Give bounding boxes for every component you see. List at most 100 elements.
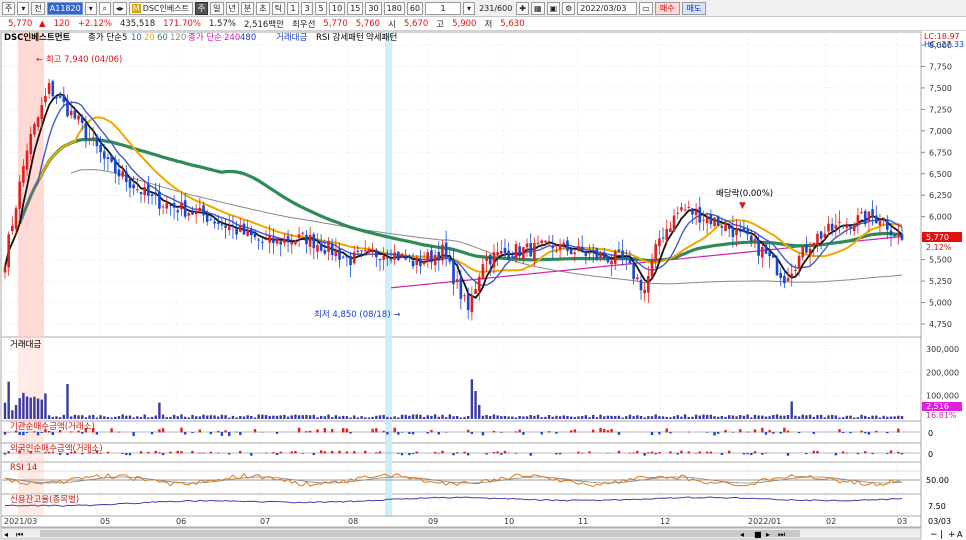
foreign-net-bar	[312, 453, 316, 456]
interval-button-60[interactable]: 60	[406, 1, 424, 15]
candle-body	[595, 248, 599, 259]
candle-body	[654, 244, 657, 261]
inst-net-bar	[386, 432, 389, 435]
candle-body	[698, 207, 702, 223]
volume-bar	[246, 415, 249, 419]
market-button[interactable]: 전	[31, 1, 45, 15]
volume-bar	[882, 415, 885, 419]
volume-bar	[698, 415, 702, 419]
candle-body	[573, 252, 577, 255]
zoom-out-icon[interactable]: −	[930, 530, 938, 540]
scroll-left-icon[interactable]: ◂	[4, 530, 8, 539]
interval-button-1[interactable]: 1	[287, 1, 300, 15]
volume-bar	[353, 415, 356, 419]
volume-bar	[492, 414, 496, 419]
volume-ratio: 171.70%	[163, 18, 201, 29]
period-button-year[interactable]: 년	[225, 1, 239, 15]
foreign-net-bar	[353, 451, 356, 454]
count-dropdown-icon[interactable]: ▾	[463, 1, 476, 15]
inst-net-bar	[500, 432, 503, 433]
scroll-next-icon[interactable]: ▸	[766, 530, 770, 539]
volume-bar	[591, 414, 595, 419]
zoom-in-icon[interactable]: |	[940, 530, 943, 540]
scroll-last-icon[interactable]: ⏭	[778, 530, 785, 539]
period-button-day[interactable]: 일	[210, 1, 224, 15]
scroll-prev-icon[interactable]: ◂	[740, 530, 744, 539]
volume-bar	[875, 415, 878, 419]
candle-body	[463, 295, 466, 297]
volume-bar	[330, 417, 334, 419]
candle-body	[849, 226, 852, 228]
inst-net-bar	[897, 428, 900, 433]
search-icon[interactable]: ⌕	[98, 1, 111, 15]
inst-net-bar	[22, 432, 25, 436]
code-dropdown-icon[interactable]: ▾	[84, 1, 97, 15]
sell-button[interactable]: 매도	[681, 1, 707, 15]
period-button-tick[interactable]: 틱	[271, 1, 286, 15]
candle-body	[150, 194, 154, 196]
count-input[interactable]: 1	[425, 1, 462, 15]
m-badge: M	[131, 3, 141, 13]
volume-bar	[878, 417, 882, 419]
candle-body	[242, 223, 246, 235]
inst-net-bar	[569, 430, 573, 433]
legend-ma2-label: 종가 단순	[188, 32, 222, 43]
volume-bar	[205, 415, 209, 419]
pin-icon[interactable]: ✚	[516, 1, 529, 15]
foreign-net-bar	[871, 453, 874, 455]
candle-body	[658, 238, 661, 247]
volume-bar	[345, 416, 349, 419]
mode-button[interactable]: 주	[2, 1, 16, 15]
foreign-net-bar	[728, 450, 731, 454]
price-axis-tick-label: 6,250	[929, 191, 952, 200]
volume-bar	[161, 414, 165, 419]
inst-net-bar	[228, 432, 231, 437]
volume-bar	[128, 415, 132, 419]
period-button-sec[interactable]: 초	[256, 1, 270, 15]
current-price: 5,770 ▲	[8, 18, 46, 29]
inst-axis-tick: 0	[928, 429, 933, 438]
date-input[interactable]: 2022/03/03	[577, 1, 638, 15]
candle-body	[772, 254, 775, 258]
stock-name-field[interactable]: M DSC인베스트	[128, 1, 193, 15]
save-icon[interactable]: ▣	[546, 1, 561, 15]
price-chart[interactable]: DSC인베스트먼트 종가 단순 5 10 20 60 120 종가 단순 240…	[0, 31, 966, 540]
grid-icon[interactable]: ▦	[531, 1, 545, 15]
interval-button-15[interactable]: 15	[347, 1, 364, 15]
volume-bar	[426, 415, 429, 419]
interval-button-5[interactable]: 5	[315, 1, 328, 15]
period-button-min[interactable]: 분	[240, 1, 255, 15]
inst-net-bar	[132, 432, 135, 437]
foreign-net-bar	[636, 450, 639, 454]
inst-net-bar	[161, 428, 165, 433]
candle-body	[893, 234, 896, 237]
calendar-icon[interactable]: ▭	[639, 1, 653, 15]
interval-button-3[interactable]: 3	[301, 1, 314, 15]
plus-icon[interactable]: +	[948, 530, 956, 540]
chevron-down-icon[interactable]: ▾	[17, 1, 30, 15]
foreign-net-bar	[158, 452, 161, 454]
candle-body	[882, 219, 885, 221]
scrollbar-thumb[interactable]	[40, 530, 800, 537]
settings-icon[interactable]: ⚙	[562, 1, 576, 15]
volume-bar	[66, 384, 69, 419]
candle-body	[147, 184, 150, 196]
candle-body	[345, 256, 349, 258]
candle-body	[18, 181, 22, 209]
interval-button-10[interactable]: 10	[329, 1, 346, 15]
volume-bar	[286, 416, 290, 419]
volume-bar	[84, 417, 88, 419]
candle-body	[503, 247, 507, 254]
scroll-stop-icon[interactable]: ■	[754, 530, 762, 539]
prev-next-icon[interactable]: ◂▸	[112, 1, 127, 15]
buy-button[interactable]: 매수	[654, 1, 680, 15]
volume-bar	[411, 414, 415, 419]
interval-button-180[interactable]: 180	[383, 1, 405, 15]
period-button-week[interactable]: 주	[194, 1, 209, 15]
font-icon[interactable]: A	[957, 530, 963, 539]
candle-body	[805, 244, 808, 253]
stock-code-input[interactable]: A11820	[46, 1, 83, 15]
candle-body	[889, 230, 893, 236]
scroll-first-icon[interactable]: ⏮	[16, 530, 23, 539]
interval-button-30[interactable]: 30	[365, 1, 382, 15]
